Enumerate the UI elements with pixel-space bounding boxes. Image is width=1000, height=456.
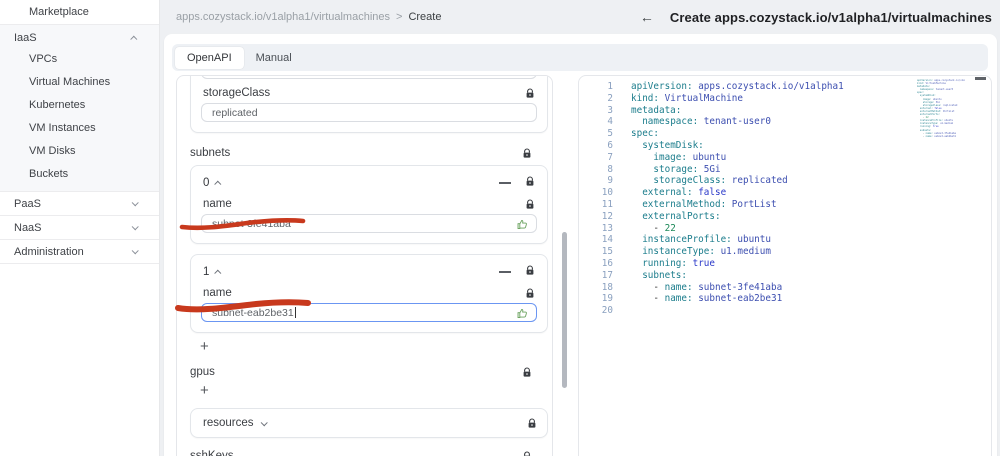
subnet-1-name-value: subnet-eab2be31 [212,306,294,319]
chevron-up-icon [214,180,222,188]
storage-input[interactable]: 5Gi [201,75,537,79]
sidebar-item-buckets[interactable]: Buckets [0,162,159,185]
sidebar-group-iaas: IaaS VPCs Virtual Machines Kubernetes VM… [0,25,159,192]
chevron-down-icon [260,418,268,426]
sidebar-item-iaas[interactable]: IaaS [0,25,159,47]
sidebar-item-marketplace[interactable]: Marketplace [0,0,159,25]
sidebar-item-label: Virtual Machines [29,75,111,88]
sidebar-item-vm-disks[interactable]: VM Disks [0,139,159,162]
subnet-0-name-input[interactable]: subnet-3fe41aba [201,214,537,233]
chevron-down-icon [131,247,139,255]
text-caret [294,307,296,318]
sidebar-item-label: Kubernetes [29,98,86,111]
subnet-item-1-header[interactable]: 1 [201,263,537,279]
sidebar-item-label: Marketplace [29,6,89,18]
chevron-down-icon [131,199,139,207]
sidebar-item-label: PaaS [14,197,41,210]
tab-bar: OpenAPI Manual [172,44,988,71]
field-label-name: name [203,287,232,299]
field-label-name: name [203,198,232,210]
page-title: Create apps.cozystack.io/v1alpha1/virtua… [669,9,992,25]
sidebar-item-label: Administration [14,245,84,258]
sidebar-item-label: VM Disks [29,144,76,157]
lock-icon[interactable] [527,417,537,429]
sidebar-item-naas[interactable]: NaaS [0,216,159,240]
breadcrumb: apps.cozystack.io/v1alpha1/virtualmachin… [176,11,441,23]
yaml-code[interactable]: 1 apiVersion: apps.cozystack.io/v1alpha1 2… [579,81,991,317]
sidebar-item-label: IaaS [14,32,37,44]
chevron-down-icon [131,223,139,231]
lock-icon[interactable] [525,198,535,210]
lock-icon[interactable] [525,265,535,279]
minimap-slider[interactable] [975,77,986,80]
breadcrumb-resource-link[interactable]: apps.cozystack.io/v1alpha1/virtualmachin… [176,11,390,23]
thumbs-up-icon [516,218,529,234]
sidebar-item-virtual-machines[interactable]: Virtual Machines [0,70,159,93]
lock-icon[interactable] [522,450,532,456]
thumbs-up-icon [516,307,529,323]
remove-item-button[interactable] [499,271,511,273]
subnet-item-0-header[interactable]: 0 [201,174,537,190]
openapi-form-panel: 5Gi storageClass replicated subnets 0 [176,75,553,456]
field-label-storageclass: storageClass [203,87,271,99]
lock-icon[interactable] [522,147,532,159]
sidebar-item-kubernetes[interactable]: Kubernetes [0,93,159,116]
system-disk-card: 5Gi storageClass replicated [190,75,548,133]
sidebar-item-vpcs[interactable]: VPCs [0,47,159,70]
breadcrumb-current: Create [408,11,442,23]
section-label-sshkeys: sshKeys [190,450,234,456]
chevron-up-icon [130,35,138,43]
sidebar-item-label: VM Instances [29,121,96,134]
sidebar-item-label: VPCs [29,52,58,65]
storage-input-value: 5Gi [212,75,228,76]
subnet-item-index: 0 [203,177,210,189]
resources-label: resources [203,417,254,429]
chevron-up-icon [214,269,222,277]
breadcrumb-separator: > [396,11,403,23]
tab-manual[interactable]: Manual [244,47,304,69]
add-subnet-button[interactable]: + [200,339,214,354]
main-panel: OpenAPI Manual 5Gi storageClass replicat… [164,34,997,456]
subnet-item-0-card: 0 name subnet-3fe41aba [190,165,548,244]
resources-card[interactable]: resources [190,408,548,438]
sidebar: Marketplace IaaS VPCs Virtual Machines K… [0,0,160,456]
add-gpu-button[interactable]: + [200,383,214,398]
sidebar-item-vm-instances[interactable]: VM Instances [0,116,159,139]
lock-icon[interactable] [525,176,535,190]
sidebar-item-paas[interactable]: PaaS [0,192,159,216]
subnet-item-1-card: 1 name subnet-eab2be31 [190,254,548,333]
form-scrollbar[interactable] [562,232,567,388]
storageclass-input-value: replicated [212,106,258,119]
tab-openapi[interactable]: OpenAPI [175,46,244,69]
section-label-gpus: gpus [190,366,215,378]
lock-icon[interactable] [525,87,535,99]
subnet-1-name-input[interactable]: subnet-eab2be31 [201,303,537,322]
storageclass-input[interactable]: replicated [201,103,537,122]
sidebar-item-label: Buckets [29,167,69,180]
remove-item-button[interactable] [499,182,511,184]
back-arrow-icon[interactable]: ← [640,9,654,25]
section-label-subnets: subnets [190,147,231,159]
sidebar-item-label: NaaS [14,221,42,234]
sidebar-item-administration[interactable]: Administration [0,240,159,264]
lock-icon[interactable] [525,287,535,299]
subnet-0-name-value: subnet-3fe41aba [212,217,291,230]
subnet-item-index: 1 [203,266,210,278]
lock-icon[interactable] [522,366,532,378]
page-header: ← Create apps.cozystack.io/v1alpha1/virt… [640,9,992,25]
yaml-editor[interactable]: 1 apiVersion: apps.cozystack.io/v1alpha1 2… [578,75,992,456]
